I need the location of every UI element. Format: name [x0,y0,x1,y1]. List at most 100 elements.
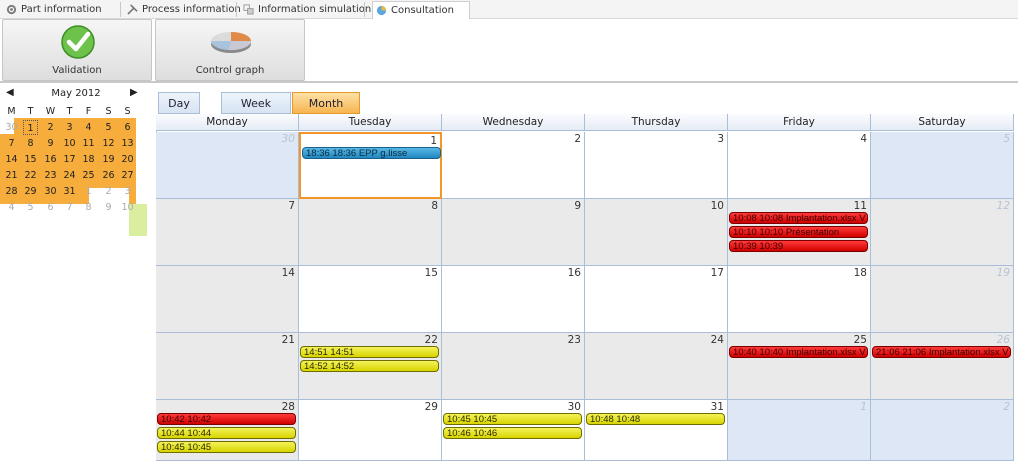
calendar-event[interactable]: 18:36 18:36 EPP g.lisse [302,147,441,159]
calendar-event[interactable]: 10:46 10:46 [443,427,582,439]
calendar-day-cell[interactable]: 29 [299,400,442,461]
calendar-day-cell[interactable]: 16 [442,266,585,333]
calendar-event[interactable]: 14:52 14:52 [300,360,439,372]
tools-icon [127,4,138,15]
calendar-event[interactable]: 10:10 10:10 Présentation [729,226,868,238]
next-month-arrow-icon[interactable]: ▶ [130,87,138,98]
calendar-day-cell[interactable]: 10 [585,199,728,266]
calendar-day-cell[interactable]: 24 [585,333,728,400]
mini-day[interactable]: 20 [120,152,135,167]
calendar-day-cell[interactable]: 2 [871,400,1014,461]
mini-day[interactable]: 2 [101,184,116,199]
mini-day[interactable]: 30 [43,184,58,199]
calendar-event[interactable]: 10:45 10:45 [443,413,582,425]
calendar-day-cell[interactable]: 7 [156,199,299,266]
mini-day[interactable]: 9 [43,136,58,151]
calendar-day-cell[interactable]: 23 [442,333,585,400]
mini-day[interactable]: 17 [62,152,77,167]
calendar-day-cell[interactable]: 8 [299,199,442,266]
calendar-event[interactable]: 14:51 14:51 [300,346,439,358]
mini-day[interactable]: 10 [120,200,135,215]
mini-day[interactable]: 12 [101,136,116,151]
calendar-day-cell[interactable]: 3 [585,132,728,199]
calendar-day-cell[interactable]: 1 [728,400,871,461]
mini-day[interactable]: 27 [120,168,135,183]
view-day-button[interactable]: Day [158,92,200,114]
mini-day[interactable]: 4 [81,120,96,135]
mini-day[interactable]: 8 [23,136,38,151]
mini-day[interactable]: 13 [120,136,135,151]
calendar-event[interactable]: 21:06 21:06 Implantation.xlsx V 1 [872,346,1011,358]
mini-day[interactable]: 25 [81,168,96,183]
mini-day[interactable]: 22 [23,168,38,183]
mini-day[interactable]: 3 [120,184,135,199]
mini-day[interactable]: 9 [101,200,116,215]
calendar-day-cell[interactable]: 11 10:08 10:08 Implantation.xlsx V 1 10:10… [728,199,871,266]
mini-day[interactable]: 1 [23,120,38,135]
mini-day[interactable]: 21 [4,168,19,183]
calendar-day-cell[interactable]: 26 21:06 21:06 Implantation.xlsx V 1 [871,333,1014,400]
calendar-day-cell[interactable]: 28 10:42 10:42 10:44 10:44 10:45 10:45 [156,400,299,461]
mini-day[interactable]: 5 [101,120,116,135]
mini-day[interactable]: 26 [101,168,116,183]
mini-day[interactable]: 3 [62,120,77,135]
calendar-event[interactable]: 10:08 10:08 Implantation.xlsx V 1 [729,212,868,224]
mini-day[interactable]: 18 [81,152,96,167]
calendar-day-cell[interactable]: 14 [156,266,299,333]
tab-process-information[interactable]: Process information [124,1,241,18]
day-number: 2 [574,133,581,145]
mini-day[interactable]: 11 [81,136,96,151]
tab-part-information[interactable]: Part information [3,1,113,18]
mini-day[interactable]: 6 [120,120,135,135]
mini-day[interactable]: 10 [62,136,77,151]
mini-day[interactable]: 2 [43,120,58,135]
tab-consultation[interactable]: Consultation [372,1,470,19]
calendar-day-cell[interactable]: 9 [442,199,585,266]
calendar-day-cell[interactable]: 21 [156,333,299,400]
mini-day[interactable]: 8 [81,200,96,215]
calendar-day-cell[interactable]: 18 [728,266,871,333]
day-number: 22 [424,334,438,346]
mini-day[interactable]: 4 [4,200,19,215]
mini-day[interactable]: 15 [23,152,38,167]
validation-button[interactable]: Validation [2,19,152,81]
calendar-event[interactable]: 10:45 10:45 [157,441,296,453]
calendar-day-cell[interactable]: 19 [871,266,1014,333]
calendar-day-cell[interactable]: 31 10:48 10:48 [585,400,728,461]
view-month-button[interactable]: Month [292,92,360,114]
mini-day[interactable]: 31 [62,184,77,199]
mini-day[interactable]: 7 [62,200,77,215]
calendar-event[interactable]: 10:39 10:39 [729,240,868,252]
control-graph-button[interactable]: Control graph [155,19,305,81]
calendar-day-cell[interactable]: 22 14:51 14:51 14:52 14:52 [299,333,442,400]
mini-day[interactable]: 5 [23,200,38,215]
mini-day[interactable]: 23 [43,168,58,183]
calendar-event[interactable]: 10:44 10:44 [157,427,296,439]
calendar-day-cell[interactable]: 5 [871,132,1014,199]
mini-day[interactable]: 6 [43,200,58,215]
mini-day[interactable]: 28 [4,184,19,199]
mini-day[interactable]: 1 [81,184,96,199]
calendar-day-cell[interactable]: 2 [442,132,585,199]
tab-information-simulation[interactable]: Information simulation [240,1,371,18]
mini-day[interactable]: 19 [101,152,116,167]
calendar-day-cell[interactable]: 30 10:45 10:45 10:46 10:46 [442,400,585,461]
mini-day[interactable]: 29 [23,184,38,199]
calendar-day-cell[interactable]: 30 [156,132,299,199]
mini-day[interactable]: 7 [4,136,19,151]
mini-day[interactable]: 24 [62,168,77,183]
calendar-day-cell[interactable]: 15 [299,266,442,333]
calendar-day-cell[interactable]: 17 [585,266,728,333]
calendar-event[interactable]: 10:48 10:48 [586,413,725,425]
calendar-day-cell[interactable]: 4 [728,132,871,199]
mini-day[interactable]: 14 [4,152,19,167]
day-header-tuesday: Tuesday [299,114,442,131]
view-week-button[interactable]: Week [221,92,291,114]
calendar-event[interactable]: 10:42 10:42 [157,413,296,425]
calendar-day-cell[interactable]: 12 [871,199,1014,266]
mini-day[interactable]: 16 [43,152,58,167]
mini-day[interactable]: 30 [4,120,19,135]
calendar-day-cell[interactable]: 1 18:36 18:36 EPP g.lisse [299,132,442,199]
calendar-event[interactable]: 10:40 10:40 Implantation.xlsx V 2 [729,346,868,358]
calendar-day-cell[interactable]: 25 10:40 10:40 Implantation.xlsx V 2 [728,333,871,400]
